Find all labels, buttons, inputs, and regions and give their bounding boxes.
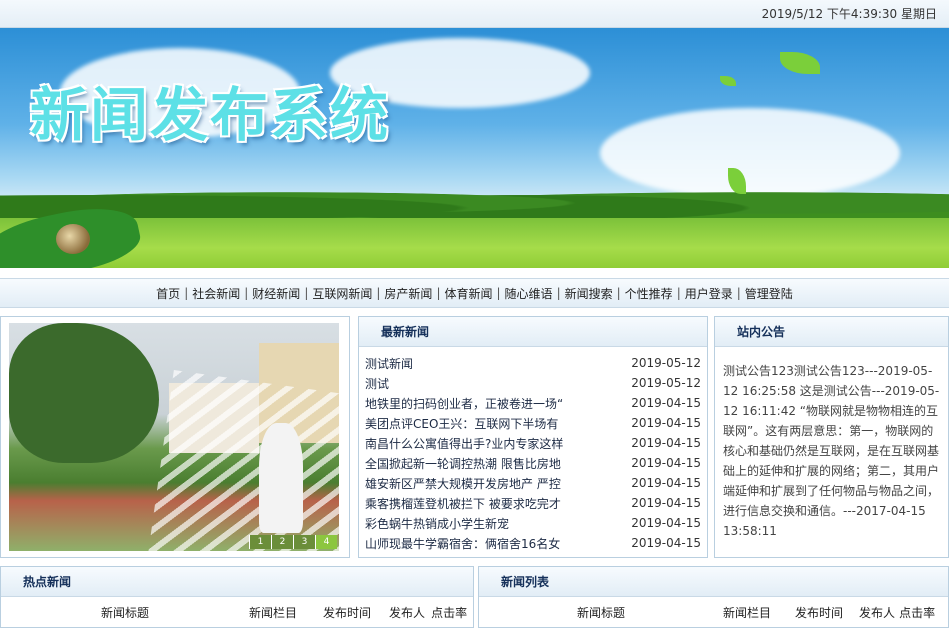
- news-title-link[interactable]: 彩色蜗牛热销成小学生新宠: [365, 515, 509, 532]
- slide-page-button[interactable]: 2: [271, 535, 293, 549]
- news-list-title: 新闻列表: [501, 575, 550, 589]
- news-title-link[interactable]: 全国掀起新一轮调控热潮 限售比房地: [365, 455, 561, 472]
- nav-realestate[interactable]: 房产新闻: [384, 285, 432, 302]
- panel-header: 站内公告: [715, 317, 948, 347]
- latest-news-panel: 最新新闻 测试新闻 2019-05-12 测试 2019-05-12 地铁里的扫码创…: [358, 316, 708, 558]
- news-title-link[interactable]: 美团点评CEO王兴：互联网下半场有: [365, 415, 558, 432]
- news-title-link[interactable]: 雄安新区严禁大规模开发房地产 严控: [365, 475, 561, 492]
- news-title-link[interactable]: 地铁里的扫码创业者，正被卷进一场“: [365, 395, 563, 412]
- news-date: 2019-04-15: [631, 416, 701, 430]
- notice-panel: 站内公告 测试公告123测试公告123---2019-05-12 16:25:5…: [714, 316, 949, 558]
- banner: 新闻发布系统: [0, 28, 949, 268]
- news-title-link[interactable]: 山师现最牛学霸宿舍：俩宿舍16名女: [365, 535, 560, 552]
- nav-internet[interactable]: 互联网新闻: [312, 285, 372, 302]
- news-title-link[interactable]: 乘客携榴莲登机被拦下 被要求吃完才: [365, 495, 561, 512]
- news-date: 2019-04-15: [631, 456, 701, 470]
- column-header: 发布人: [389, 605, 426, 620]
- nav-society[interactable]: 社会新闻: [192, 285, 240, 302]
- column-header: 新闻栏目: [249, 605, 298, 620]
- content-row-bottom: 热点新闻 新闻标题 新闻栏目 发布时间 发布人 点击率 新闻列表 新闻标题 新闻…: [0, 566, 949, 628]
- news-date: 2019-04-15: [631, 496, 701, 510]
- list-item[interactable]: 测试 2019-05-12: [365, 373, 701, 393]
- notice-marquee: 测试公告123测试公告123---2019-05-12 16:25:58 这是测…: [723, 364, 940, 538]
- snail-image: [56, 224, 90, 254]
- news-date: 2019-04-15: [631, 436, 701, 450]
- list-item[interactable]: 雄安新区严禁大规模开发房地产 严控 2019-04-15: [365, 473, 701, 493]
- list-item[interactable]: 地铁里的扫码创业者，正被卷进一场“ 2019-04-15: [365, 393, 701, 413]
- list-item[interactable]: 彩色蜗牛热销成小学生新宠 2019-04-15: [365, 513, 701, 533]
- column-header: 新闻栏目: [723, 605, 772, 620]
- panel-header: 新闻列表: [479, 567, 948, 597]
- hot-news-title: 热点新闻: [23, 575, 72, 589]
- news-list-table-header: 新闻标题 新闻栏目 发布时间 发布人 点击率: [479, 597, 948, 627]
- column-header: 新闻标题: [101, 605, 150, 620]
- news-title-link[interactable]: 南昌什么公寓值得出手?业内专家这样: [365, 435, 563, 452]
- list-item[interactable]: 美团点评CEO王兴：互联网下半场有 2019-04-15: [365, 413, 701, 433]
- news-date: 2019-05-12: [631, 376, 701, 390]
- news-date: 2019-04-15: [631, 476, 701, 490]
- datetime-text: 2019/5/12 下午4:39:30 星期日: [761, 7, 937, 21]
- leaf-icon: [720, 76, 736, 86]
- column-header: 点击率: [899, 605, 936, 620]
- latest-news-title: 最新新闻: [381, 325, 430, 339]
- news-date: 2019-04-15: [631, 536, 701, 550]
- news-date: 2019-05-12: [631, 356, 701, 370]
- news-list-panel: 新闻列表 新闻标题 新闻栏目 发布时间 发布人 点击率: [478, 566, 949, 628]
- content-row-top: 1 2 3 4 最新新闻 测试新闻 2019-05-12 测试 2019-05-12…: [0, 316, 949, 558]
- news-title-link[interactable]: 测试新闻: [365, 355, 413, 372]
- nav-user-login[interactable]: 用户登录: [685, 285, 733, 302]
- slide-page-button[interactable]: 3: [293, 535, 315, 549]
- slide-page-button-active[interactable]: 4: [315, 535, 337, 549]
- panel-header: 热点新闻: [1, 567, 473, 597]
- main-nav: 首页 | 社会新闻 | 财经新闻 | 互联网新闻 | 房产新闻 | 体育新闻 | 随心维语 |…: [0, 278, 949, 308]
- leaf-icon: [780, 52, 820, 74]
- column-header: 发布时间: [795, 605, 844, 620]
- top-bar: 2019/5/12 下午4:39:30 星期日: [0, 0, 949, 28]
- news-date: 2019-04-15: [631, 396, 701, 410]
- grass-field: [0, 218, 949, 268]
- list-item[interactable]: 测试新闻 2019-05-12: [365, 353, 701, 373]
- slideshow-image[interactable]: 1 2 3 4: [9, 323, 339, 551]
- slideshow-panel: 1 2 3 4: [0, 316, 350, 558]
- panel-header: 最新新闻: [359, 317, 707, 347]
- nav-home[interactable]: 首页: [156, 285, 180, 302]
- nav-finance[interactable]: 财经新闻: [252, 285, 300, 302]
- nav-sports[interactable]: 体育新闻: [444, 285, 492, 302]
- list-item[interactable]: 乘客携榴莲登机被拦下 被要求吃完才 2019-04-15: [365, 493, 701, 513]
- news-title-link[interactable]: 测试: [365, 375, 389, 392]
- hot-news-table-header: 新闻标题 新闻栏目 发布时间 发布人 点击率: [1, 597, 473, 627]
- nav-admin-login[interactable]: 管理登陆: [745, 285, 793, 302]
- slideshow-pager: 1 2 3 4: [249, 535, 337, 549]
- column-header: 新闻标题: [577, 605, 626, 620]
- nav-recommend[interactable]: 个性推荐: [625, 285, 673, 302]
- slide-page-button[interactable]: 1: [249, 535, 271, 549]
- news-date: 2019-04-15: [631, 516, 701, 530]
- nav-search[interactable]: 新闻搜索: [565, 285, 613, 302]
- site-title: 新闻发布系统: [30, 81, 391, 149]
- hot-news-panel: 热点新闻 新闻标题 新闻栏目 发布时间 发布人 点击率: [0, 566, 474, 628]
- nav-quotes[interactable]: 随心维语: [505, 285, 553, 302]
- notice-title: 站内公告: [737, 325, 786, 339]
- latest-news-list: 测试新闻 2019-05-12 测试 2019-05-12 地铁里的扫码创业者，正被…: [359, 347, 707, 553]
- list-item[interactable]: 山师现最牛学霸宿舍：俩宿舍16名女 2019-04-15: [365, 533, 701, 553]
- list-item[interactable]: 南昌什么公寓值得出手?业内专家这样 2019-04-15: [365, 433, 701, 453]
- column-header: 发布时间: [323, 605, 372, 620]
- column-header: 点击率: [431, 605, 468, 620]
- column-header: 发布人: [859, 605, 896, 620]
- list-item[interactable]: 全国掀起新一轮调控热潮 限售比房地 2019-04-15: [365, 453, 701, 473]
